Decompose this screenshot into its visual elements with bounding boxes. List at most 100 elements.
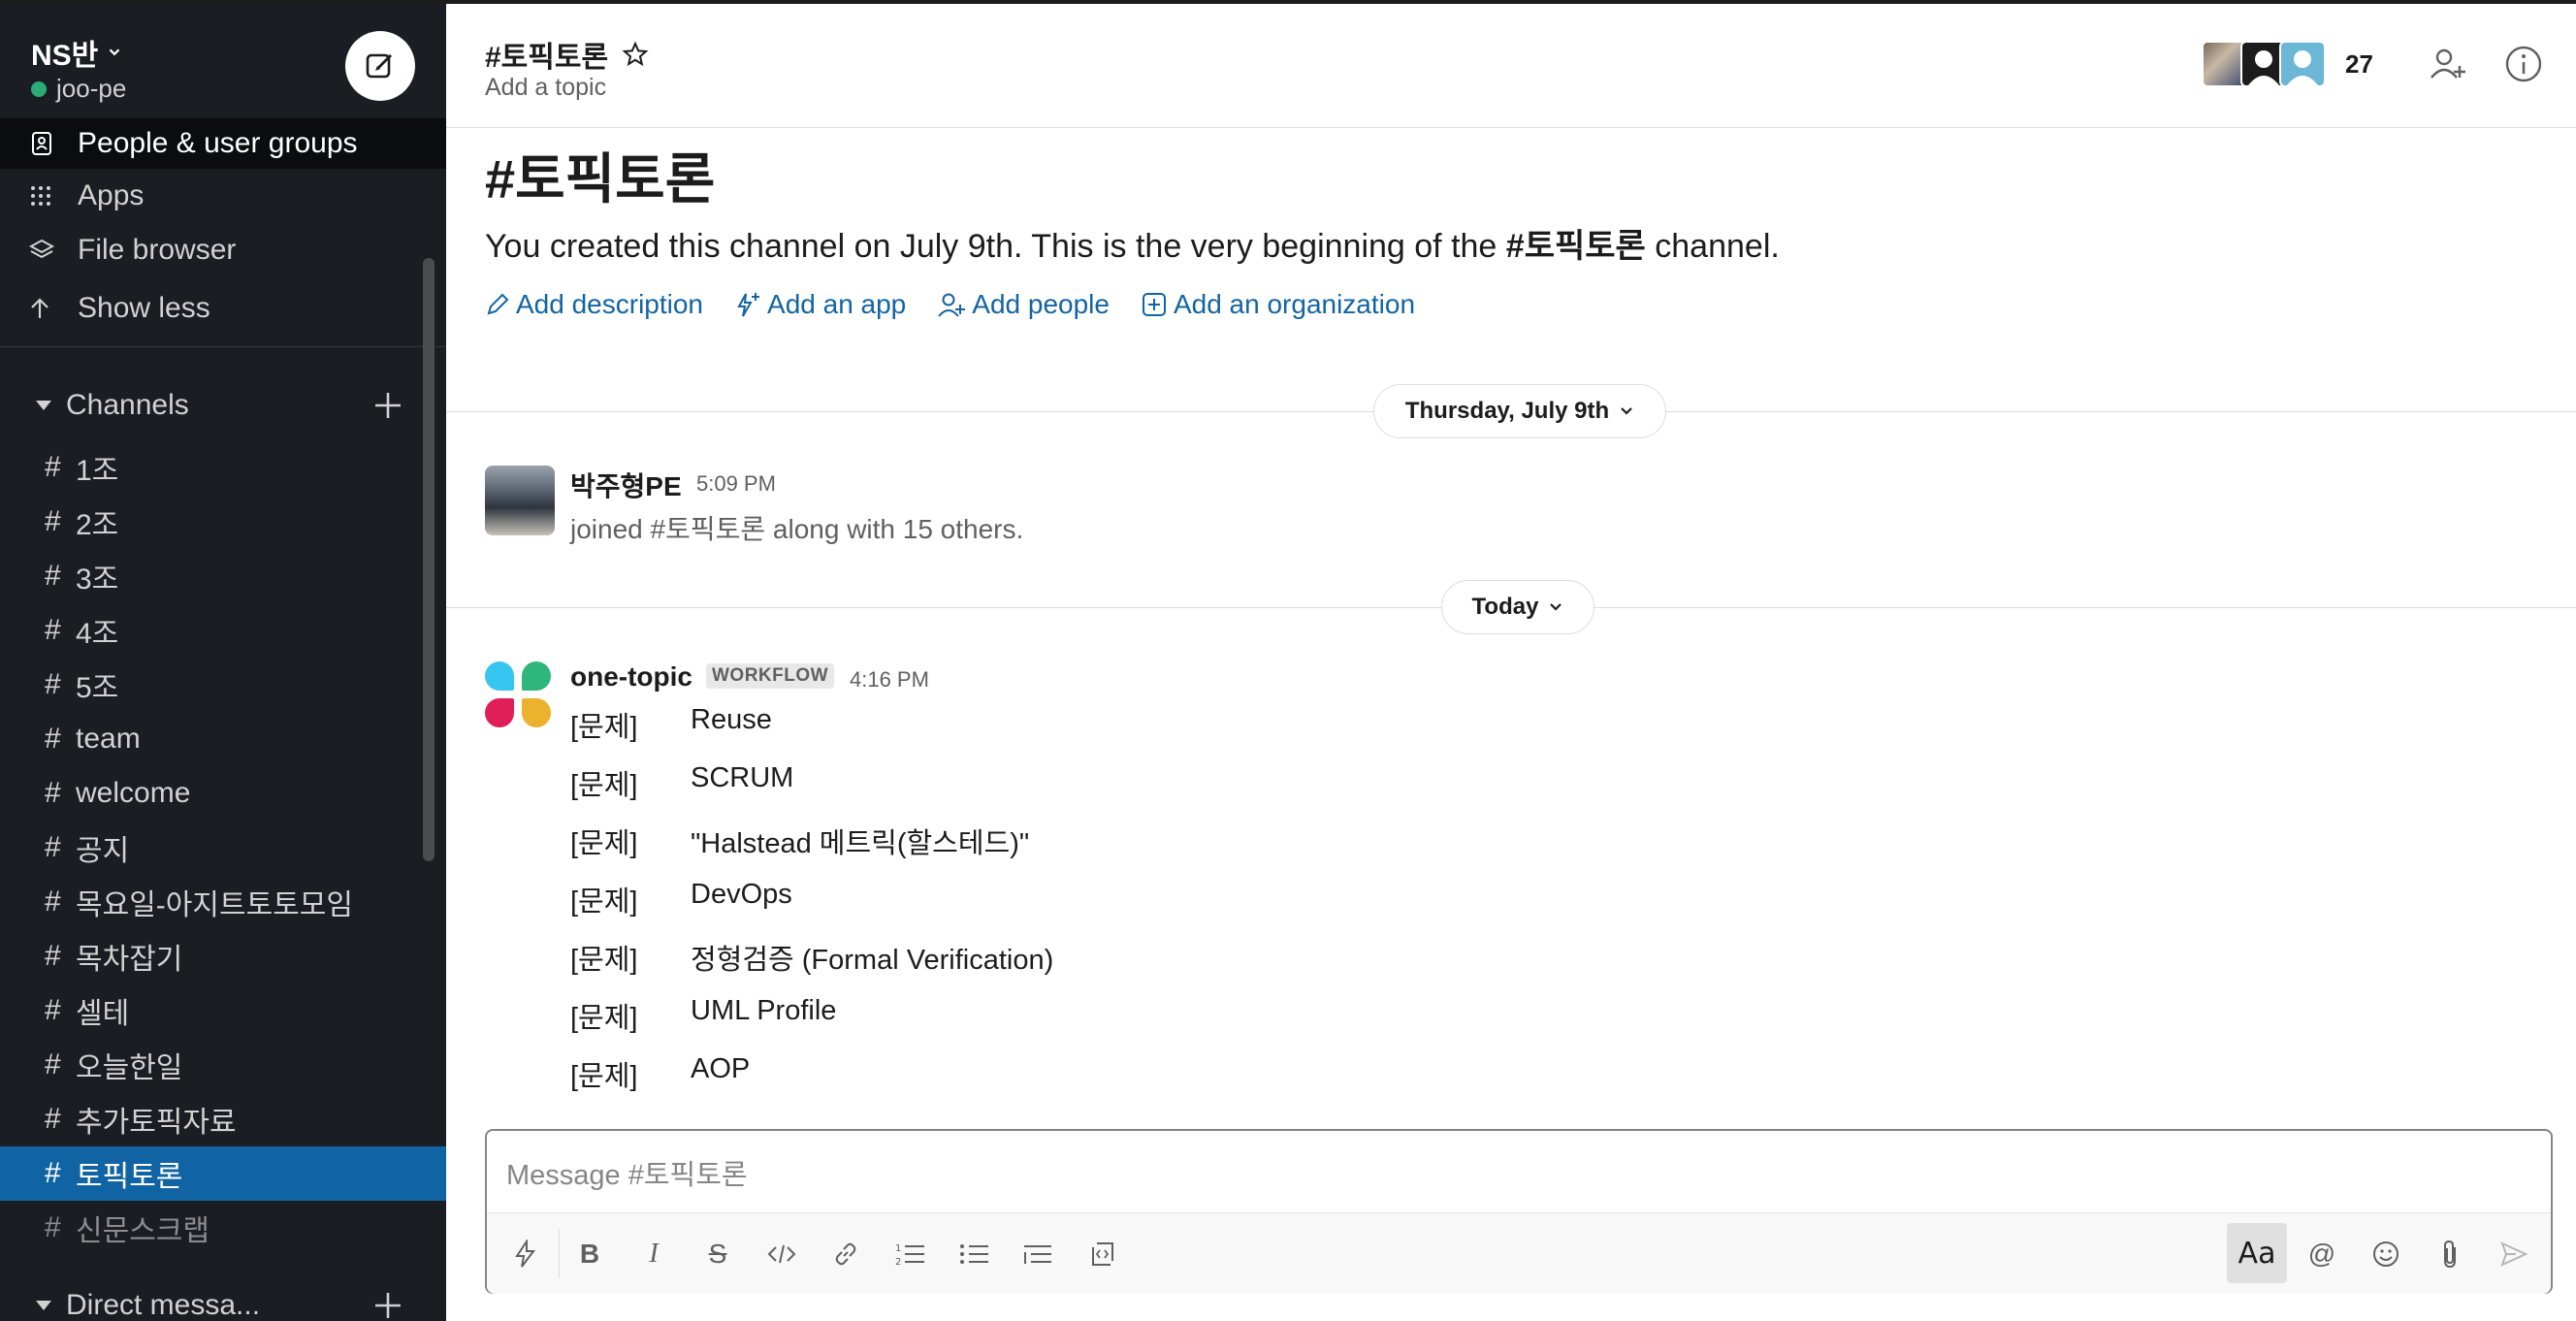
message-timestamp[interactable]: 5:09 PM [696,471,776,497]
sidebar-channel[interactable]: # 토픽토론 [0,1146,446,1201]
sidebar-channel-label: 오늘한일 [76,1052,183,1084]
emoji-icon [2373,1241,2399,1267]
emoji-button[interactable] [2363,1231,2409,1277]
message-author[interactable]: 박주형PE [570,466,682,504]
hash-icon: # [45,723,61,755]
sidebar-channel[interactable]: # team [0,712,446,766]
bold-icon: B [579,1239,600,1269]
dm-section-label: Direct messa... [66,1289,261,1321]
code-button[interactable] [758,1231,805,1277]
workflow-row-value: AOP [691,1053,751,1084]
add-app-label: Add an app [767,289,907,319]
add-person-icon [938,293,966,317]
workspace-name[interactable]: NS반 [31,31,123,74]
channel-header: #토픽토론 Add a topic 27 [446,4,2576,128]
strikethrough-button[interactable]: S [694,1231,741,1277]
attach-button[interactable] [2427,1231,2473,1277]
workflow-row-key: [문제] [570,886,638,918]
channel-intro-title: #토픽토론 [485,148,716,209]
send-button[interactable] [2491,1231,2537,1277]
pencil-icon [487,293,509,315]
channel-name: #토픽토론 [485,42,609,74]
sidebar-channel[interactable]: # 공지 [0,821,446,875]
member-list-button[interactable]: 27 [2202,41,2373,87]
hash-icon: # [45,1211,61,1243]
current-user: joo-pe [31,74,126,104]
sidebar-channel[interactable]: # 추가토픽자료 [0,1092,446,1146]
sidebar-scrollbar[interactable] [423,258,435,861]
ordered-list-icon: 12 [895,1243,924,1268]
workflow-row-value: UML Profile [691,995,837,1026]
add-dm-icon[interactable] [372,1290,403,1321]
chevron-down-icon [1550,603,1562,611]
channels-section-header[interactable]: Channels [0,378,446,433]
current-user-name: joo-pe [56,74,127,103]
code-block-icon [1092,1242,1113,1266]
sidebar-channel[interactable]: # 목요일-아지트토토모임 [0,875,446,929]
message-composer[interactable]: Message #토픽토론 B I S 12 Aa @ [485,1129,2553,1294]
italic-button[interactable]: I [630,1231,677,1277]
workflow-row: [문제] "Halstead 메트릭(할스테드)" [570,821,1734,861]
sidebar-item-file-browser[interactable]: File browser [0,225,446,275]
channel-details-button[interactable] [2502,43,2545,85]
sidebar-item-show-less[interactable]: Show less [0,283,446,334]
chevron-down-icon [110,48,120,56]
workflow-row-key: [문제] [570,770,638,801]
sidebar-channel[interactable]: #1조 [0,440,446,495]
bulleted-list-button[interactable] [950,1231,997,1277]
add-people-button[interactable]: Add people [937,289,1110,320]
dm-section-header[interactable]: Direct messa... [0,1278,446,1321]
sidebar-channel[interactable]: #2조 [0,495,446,549]
sidebar-item-people[interactable]: People & user groups [0,118,446,169]
code-block-button[interactable] [1079,1231,1125,1277]
shortcuts-button[interactable] [502,1231,549,1277]
bold-button[interactable]: B [566,1231,613,1277]
add-topic-link[interactable]: Add a topic [485,74,606,102]
sidebar-channel[interactable]: #4조 [0,603,446,658]
lightning-plus-icon [737,293,760,317]
apps-grid-icon [29,184,72,208]
mention-button[interactable]: @ [2299,1231,2345,1277]
add-member-button[interactable] [2427,43,2469,85]
sidebar-channel[interactable]: # welcome [0,766,446,821]
add-description-button[interactable]: Add description [485,289,703,320]
message-timestamp[interactable]: 4:16 PM [850,667,929,693]
sidebar-channel[interactable]: # 셀테 [0,983,446,1038]
user-avatar[interactable] [485,466,555,535]
sidebar-channel[interactable]: # 오늘한일 [0,1038,446,1092]
svg-text:2: 2 [895,1257,901,1268]
link-button[interactable] [822,1231,869,1277]
add-app-button[interactable]: Add an app [734,289,906,320]
sidebar-item-apps[interactable]: Apps [0,171,446,221]
hash-icon: # [45,451,61,483]
formatting-toggle-button[interactable]: Aa [2227,1223,2287,1283]
date-divider-button[interactable]: Thursday, July 9th [1373,384,1666,438]
sidebar-channel[interactable]: # 신문스크랩 [0,1201,446,1255]
ordered-list-button[interactable]: 12 [886,1231,933,1277]
main-pane: #토픽토론 Add a topic 27 #토픽토론 You created t… [446,0,2576,1321]
date-divider-button[interactable]: Today [1441,580,1594,634]
add-organization-button[interactable]: Add an organization [1141,289,1415,320]
hash-icon: # [45,668,61,700]
arrow-up-icon [29,297,72,320]
message-author[interactable]: one-topic [570,661,692,693]
sidebar-channel-label: 목차잡기 [76,944,183,976]
blockquote-button[interactable] [1014,1231,1061,1277]
workflow-row-value: 정형검증 (Formal Verification) [691,945,1054,976]
sidebar-channel-label: 1조 [76,455,119,487]
paperclip-icon [2444,1240,2456,1269]
sidebar-channel[interactable]: # 목차잡기 [0,929,446,983]
add-channel-icon[interactable] [372,390,403,421]
compose-button[interactable] [345,31,415,101]
workspace-header[interactable]: NS반 joo-pe [0,0,446,128]
workflow-logo-icon[interactable] [485,661,555,731]
sidebar-channel[interactable]: #5조 [0,658,446,712]
sidebar-channel-label: 신문스크랩 [76,1215,209,1247]
intro-text-end: channel. [1645,228,1780,265]
star-icon[interactable] [622,41,649,68]
sidebar-channel-label: 목요일-아지트토토모임 [76,889,353,921]
channel-title[interactable]: #토픽토론 [485,33,649,76]
sidebar-channel[interactable]: #3조 [0,549,446,603]
sidebar-channel-label: 5조 [76,672,119,704]
message-input[interactable]: Message #토픽토론 [506,1152,748,1193]
